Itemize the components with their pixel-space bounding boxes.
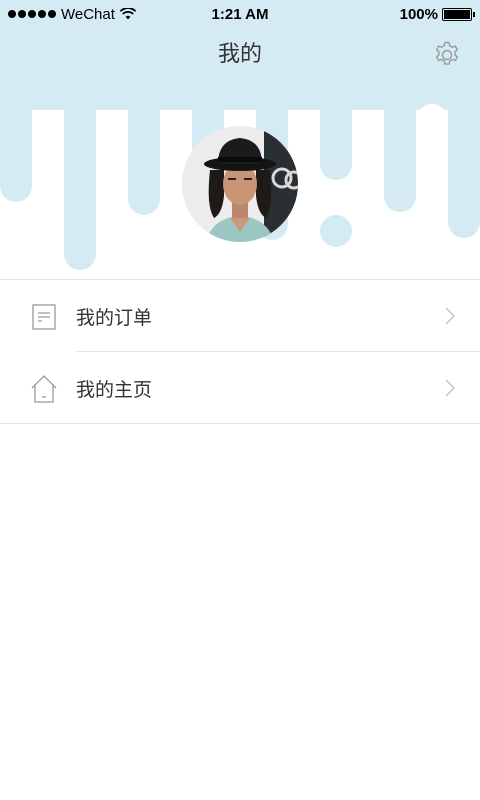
order-document-icon: [32, 304, 56, 330]
avatar[interactable]: [182, 126, 298, 242]
menu-item-orders[interactable]: 我的订单: [0, 280, 480, 352]
carrier-label: WeChat: [61, 5, 115, 23]
status-right: 100%: [399, 5, 475, 23]
gear-icon: [435, 41, 459, 65]
page-title: 我的: [217, 42, 262, 67]
signal-strength-icon: [8, 10, 56, 18]
chevron-right-icon: [445, 379, 455, 397]
battery-fill: [444, 9, 470, 19]
divider: [0, 423, 480, 424]
avatar-photo: [182, 126, 298, 242]
menu-item-label: 我的主页: [76, 378, 153, 401]
menu-list: 我的订单 我的主页: [0, 279, 480, 424]
status-bar: WeChat 1:21 AM 100%: [0, 0, 480, 28]
menu-item-homepage[interactable]: 我的主页: [0, 352, 480, 424]
menu-item-label: 我的订单: [76, 306, 153, 329]
status-left: WeChat: [8, 6, 136, 23]
home-icon: [31, 375, 57, 403]
profile-header: WeChat 1:21 AM 100% 我的: [0, 0, 480, 280]
settings-button[interactable]: [432, 40, 462, 70]
battery-icon: [442, 7, 475, 21]
wifi-icon: [119, 8, 136, 20]
battery-percent: 100%: [399, 5, 438, 23]
chevron-right-icon: [445, 307, 455, 325]
